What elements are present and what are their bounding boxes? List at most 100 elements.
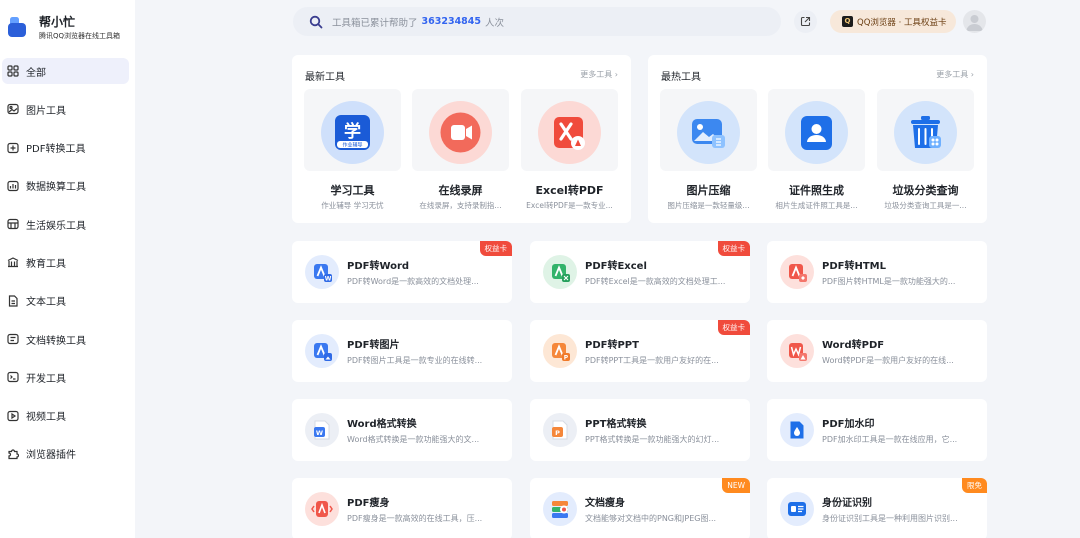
tool-title: 文档瘦身 — [585, 498, 625, 509]
plugin-icon — [8, 449, 19, 460]
brand[interactable]: 帮小忙 腾讯QQ浏览器在线工具箱 — [8, 12, 132, 46]
featured-tool-title[interactable]: 在线录屏 — [412, 182, 509, 198]
share-button[interactable] — [794, 10, 817, 33]
tool-card-word-format[interactable]: W Word格式转换 Word格式转换是一款功能强大的文... — [292, 399, 512, 461]
panel-title: 最新工具 — [305, 72, 345, 83]
featured-tool-excel-to-pdf[interactable] — [521, 89, 618, 171]
featured-tool-image-compress[interactable] — [660, 89, 757, 171]
featured-tool-screen-record[interactable] — [412, 89, 509, 171]
sidebar-item-life[interactable]: 生活娱乐工具 — [2, 211, 129, 237]
education-icon — [7, 257, 19, 268]
search-prefix-text: 工具箱已累计帮助了 — [332, 17, 418, 29]
featured-tool-title[interactable]: 学习工具 — [304, 182, 401, 198]
brand-title: 帮小忙 — [39, 15, 76, 29]
sidebar-item-label: 教育工具 — [26, 258, 66, 270]
tool-card-pdf-to-html[interactable]: PDF转HTML PDF图片转HTML是一款功能强大的... — [767, 241, 987, 303]
sidebar-item-text[interactable]: 文本工具 — [2, 288, 129, 314]
panel-title: 最热工具 — [661, 72, 701, 83]
qq-browser-logo-icon: Q — [842, 16, 853, 27]
featured-tool-desc: 作业辅导 学习无忧 — [321, 201, 384, 210]
pdf-watermark-icon — [780, 413, 814, 447]
pdf-convert-icon — [7, 142, 19, 153]
sidebar-item-data[interactable]: 数据换算工具 — [2, 173, 129, 199]
svg-text:W: W — [325, 276, 332, 283]
featured-tool-title[interactable]: 证件照生成 — [768, 182, 865, 198]
tool-card-pdf-slim[interactable]: PDF瘦身 PDF瘦身是一款高效的在线工具，压... — [292, 478, 512, 538]
tool-title: PDF转Word — [347, 261, 410, 272]
doc-convert-icon — [7, 333, 19, 345]
sidebar-item-label: 全部 — [26, 67, 46, 79]
sidebar-item-pdf[interactable]: PDF转换工具 — [2, 135, 129, 161]
pdf-to-image-icon — [305, 334, 339, 368]
brand-subtitle: 腾讯QQ浏览器在线工具箱 — [39, 32, 121, 40]
pdf-slim-icon — [305, 492, 339, 526]
tool-title: Word格式转换 — [347, 419, 417, 430]
featured-tool-title[interactable]: 垃圾分类查询 — [877, 182, 974, 198]
tool-card-doc-slim[interactable]: 文档瘦身 文档能够对文档中的PNG和JPEG图... NEW — [530, 478, 750, 538]
featured-tool-trash-sort[interactable] — [877, 89, 974, 171]
tool-title: PDF转Excel — [585, 261, 647, 272]
sidebar-item-doc[interactable]: 文档转换工具 — [2, 326, 129, 352]
sidebar-item-video[interactable]: 视频工具 — [2, 403, 129, 429]
more-tools-link[interactable]: 更多工具 › — [936, 69, 974, 80]
tool-card-pdf-to-excel[interactable]: PDF转Excel PDF转Excel是一款高效的文档处理工... 权益卡 — [530, 241, 750, 303]
sidebar-item-image[interactable]: 图片工具 — [2, 96, 129, 122]
brand-logo-icon — [8, 17, 26, 37]
more-tools-link[interactable]: 更多工具 › — [580, 69, 618, 80]
grid-icon — [7, 65, 19, 77]
tool-card-pdf-watermark[interactable]: PDF加水印 PDF加水印工具是一款在线应用，它... — [767, 399, 987, 461]
sidebar: 帮小忙 腾讯QQ浏览器在线工具箱 全部 图片工具 PDF转换工具 数据换算工具 … — [0, 0, 135, 538]
rights-card-button[interactable]: Q QQ浏览器 · 工具权益卡 — [830, 10, 956, 33]
sidebar-item-label: PDF转换工具 — [26, 144, 86, 156]
free-badge: 限免 — [962, 478, 987, 493]
rights-card-label: QQ浏览器 · 工具权益卡 — [857, 17, 947, 28]
search-bar[interactable]: 工具箱已累计帮助了 363234845 人次 — [293, 7, 781, 36]
tool-card-ppt-format[interactable]: P PPT格式转换 PPT格式转换是一款功能强大的幻灯... — [530, 399, 750, 461]
sidebar-item-label: 文本工具 — [26, 297, 66, 309]
featured-tool-desc: 垃圾分类查询工具是一... — [884, 201, 967, 210]
featured-tool-study[interactable]: 学 作业辅导 — [304, 89, 401, 171]
featured-tool-desc: Excel转PDF是一款专业... — [526, 201, 613, 210]
rights-card-badge: 权益卡 — [717, 241, 750, 256]
featured-tool-desc: 图片压缩是一款轻量级... — [667, 201, 750, 210]
word-format-icon: W — [305, 413, 339, 447]
svg-text:作业辅导: 作业辅导 — [342, 142, 362, 149]
image-icon — [7, 104, 19, 115]
tool-desc: PDF加水印工具是一款在线应用，它... — [822, 435, 958, 444]
tool-desc: Word格式转换是一款功能强大的文... — [347, 435, 480, 444]
tool-title: PDF瘦身 — [347, 498, 390, 509]
sidebar-item-plugin[interactable]: 浏览器插件 — [2, 441, 129, 467]
share-icon — [800, 16, 811, 27]
sidebar-item-label: 视频工具 — [26, 412, 66, 424]
sidebar-item-label: 图片工具 — [26, 105, 66, 117]
sidebar-item-dev[interactable]: 开发工具 — [2, 364, 129, 390]
sidebar-item-all[interactable]: 全部 — [2, 58, 129, 84]
featured-tool-id-photo[interactable] — [768, 89, 865, 171]
text-icon — [8, 295, 18, 307]
tool-card-pdf-to-word[interactable]: W PDF转Word PDF转Word是一款高效的文档处理... 权益卡 — [292, 241, 512, 303]
sidebar-item-education[interactable]: 教育工具 — [2, 249, 129, 275]
tool-desc: 身份证识别工具是一种利用图片识别... — [822, 514, 958, 523]
search-suffix-text: 人次 — [485, 17, 505, 29]
doc-slim-icon — [543, 492, 577, 526]
search-count: 363234845 — [421, 16, 482, 27]
tool-card-pdf-to-image[interactable]: PDF转图片 PDF转图片工具是一款专业的在线转... — [292, 320, 512, 382]
rights-card-badge: 权益卡 — [479, 241, 512, 256]
tool-desc: PDF转Excel是一款高效的文档处理工... — [585, 277, 726, 286]
excel-to-pdf-icon — [554, 117, 585, 150]
avatar[interactable] — [963, 10, 986, 33]
tool-desc: PDF图片转HTML是一款功能强大的... — [822, 277, 956, 286]
tool-card-word-to-pdf[interactable]: Word转PDF Word转PDF是一款用户友好的在线... — [767, 320, 987, 382]
pdf-to-html-icon — [780, 255, 814, 289]
tool-card-pdf-to-ppt[interactable]: P PDF转PPT PDF转PPT工具是一款用户友好的在... 权益卡 — [530, 320, 750, 382]
tool-desc: PPT格式转换是一款功能强大的幻灯... — [585, 435, 720, 444]
tool-desc: 文档能够对文档中的PNG和JPEG图... — [585, 514, 717, 523]
user-avatar-icon — [966, 15, 983, 31]
tool-card-id-card-ocr[interactable]: 身份证识别 身份证识别工具是一种利用图片识别... 限免 — [767, 478, 987, 538]
featured-tool-title[interactable]: Excel转PDF — [521, 182, 618, 198]
svg-text:P: P — [555, 429, 560, 437]
pdf-to-excel-icon — [543, 255, 577, 289]
featured-tool-title[interactable]: 图片压缩 — [660, 182, 757, 198]
image-compress-icon — [692, 119, 725, 148]
svg-text:P: P — [564, 355, 569, 362]
